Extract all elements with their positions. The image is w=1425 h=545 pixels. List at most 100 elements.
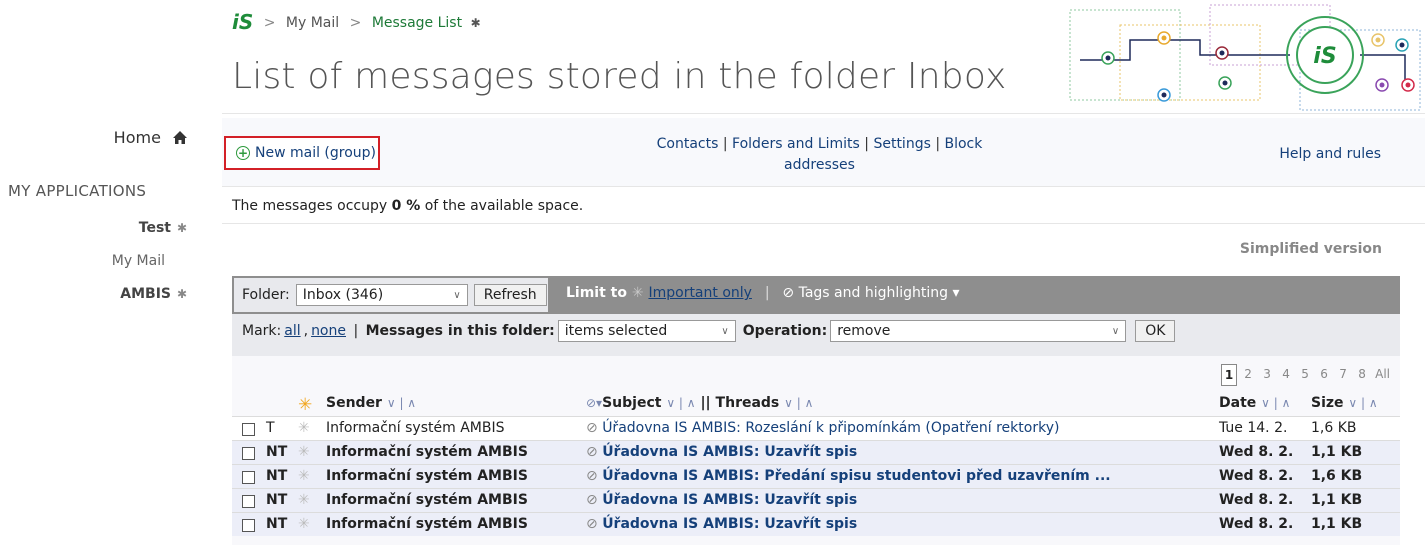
important-column-header[interactable]: ✳: [298, 395, 312, 415]
operation-select[interactable]: remove ∨: [830, 320, 1127, 342]
message-sender: Informační systém AMBIS: [326, 516, 528, 532]
important-toggle-icon[interactable]: ✳: [298, 420, 310, 436]
sidebar-item-ambis[interactable]: AMBIS ✱: [13, 286, 193, 302]
breadcrumb-my-mail[interactable]: My Mail: [286, 15, 339, 31]
subject-column-header: ⊘▾Subject ∨ | ∧ || Threads ∨ | ∧: [586, 395, 814, 411]
tags-and-highlighting-dropdown[interactable]: ⊘ Tags and highlighting ▾: [782, 285, 959, 301]
svg-text:iS: iS: [1313, 44, 1336, 69]
message-sender: Informační systém AMBIS: [326, 468, 528, 484]
mark-toolbar: Mark: all, none | Messages in this folde…: [242, 320, 1176, 342]
messages-in-folder-label: Messages in this folder:: [365, 323, 555, 339]
contacts-link[interactable]: Contacts: [657, 136, 719, 152]
table-row[interactable]: NT ✳ Informační systém AMBIS ⊘ Úřadovna …: [232, 464, 1400, 488]
chevron-down-icon: ∨: [1111, 325, 1120, 337]
sort-subject[interactable]: ∨ | ∧: [666, 396, 695, 410]
important-toggle-icon[interactable]: ✳: [298, 492, 310, 508]
storage-usage-value: 0 %: [391, 198, 421, 214]
message-subject-link[interactable]: ⊘ Úřadovna IS AMBIS: Uzavřít spis: [586, 444, 857, 460]
pin-icon[interactable]: ✱: [171, 221, 193, 235]
tag-icon: ⊘: [586, 468, 603, 484]
mark-all-link[interactable]: all: [284, 323, 300, 339]
important-only-link[interactable]: Important only: [648, 285, 751, 301]
breadcrumb: iS > My Mail > Message List ✱: [232, 10, 481, 34]
row-checkbox[interactable]: [242, 519, 255, 532]
message-sender: Informační systém AMBIS: [326, 420, 505, 436]
page-8[interactable]: 8: [1354, 364, 1370, 386]
sidebar-item-my-mail[interactable]: My Mail: [0, 253, 165, 269]
sidebar-item-label: My Mail: [111, 253, 165, 269]
page-4[interactable]: 4: [1278, 364, 1294, 386]
pagination: 1 2 3 4 5 6 7 8 All: [1221, 364, 1392, 386]
sidebar-item-test[interactable]: Test ✱: [13, 220, 193, 236]
page-7[interactable]: 7: [1335, 364, 1351, 386]
folder-label: Folder:: [242, 287, 290, 303]
my-applications-heading: MY APPLICATIONS: [8, 182, 147, 200]
message-date: Wed 8. 2.: [1219, 444, 1294, 460]
simplified-version-link[interactable]: Simplified version: [1240, 241, 1382, 257]
message-date: Wed 8. 2.: [1219, 492, 1294, 508]
sort-sender[interactable]: ∨ | ∧: [387, 396, 416, 410]
table-row[interactable]: NT ✳ Informační systém AMBIS ⊘ Úřadovna …: [232, 512, 1400, 536]
page-1[interactable]: 1: [1221, 364, 1238, 386]
new-mail-button[interactable]: + New mail (group): [224, 136, 380, 170]
message-date: Wed 8. 2.: [1219, 468, 1294, 484]
important-toggle-icon[interactable]: ✳: [298, 444, 310, 460]
message-date: Wed 8. 2.: [1219, 516, 1294, 532]
tag-icon: ⊘: [586, 492, 603, 508]
breadcrumb-message-list[interactable]: Message List: [372, 15, 462, 31]
row-checkbox[interactable]: [242, 423, 255, 436]
plus-circle-icon: +: [236, 146, 250, 160]
row-checkbox[interactable]: [242, 471, 255, 484]
folders-and-limits-link[interactable]: Folders and Limits: [732, 136, 860, 152]
sort-date[interactable]: ∨ | ∧: [1261, 396, 1290, 410]
message-size: 1,1 KB: [1311, 444, 1363, 460]
sort-threads[interactable]: ∨ | ∧: [784, 396, 813, 410]
tag-icon: ⊘: [586, 420, 603, 436]
tag-icon: ⊘: [586, 516, 603, 532]
settings-link[interactable]: Settings: [873, 136, 930, 152]
message-flags: NT: [266, 444, 288, 460]
page-6[interactable]: 6: [1316, 364, 1332, 386]
message-flags: NT: [266, 516, 288, 532]
row-checkbox[interactable]: [242, 495, 255, 508]
table-row[interactable]: NT ✳ Informační systém AMBIS ⊘ Úřadovna …: [232, 440, 1400, 464]
home-label: Home: [113, 128, 161, 147]
page-all[interactable]: All: [1373, 364, 1392, 386]
pin-icon[interactable]: ✱: [471, 16, 481, 30]
sort-size[interactable]: ∨ | ∧: [1348, 396, 1377, 410]
limit-to-filter: Limit to ✳ Important only | ⊘ Tags and h…: [566, 285, 960, 301]
chevron-right-icon: >: [349, 15, 362, 31]
folder-select[interactable]: Inbox (346) ∨: [295, 284, 468, 306]
help-and-rules-link[interactable]: Help and rules: [1279, 146, 1381, 162]
page-5[interactable]: 5: [1297, 364, 1313, 386]
page-title: List of messages stored in the folder In…: [232, 56, 1007, 97]
pin-icon[interactable]: ✱: [171, 287, 193, 301]
ok-button[interactable]: OK: [1135, 320, 1176, 342]
table-row[interactable]: T ✳ Informační systém AMBIS ⊘ Úřadovna I…: [232, 416, 1400, 440]
important-toggle-icon[interactable]: ✳: [298, 516, 310, 532]
new-mail-label: New mail (group): [255, 145, 377, 161]
message-subject-link[interactable]: ⊘ Úřadovna IS AMBIS: Uzavřít spis: [586, 492, 857, 508]
chevron-down-icon: ∨: [453, 289, 461, 301]
sender-column-header: Sender ∨ | ∧: [326, 395, 417, 411]
is-logo[interactable]: iS: [232, 10, 253, 34]
message-size: 1,6 KB: [1311, 468, 1363, 484]
home-icon: [172, 130, 188, 149]
row-checkbox[interactable]: [242, 447, 255, 460]
page-3[interactable]: 3: [1259, 364, 1275, 386]
operation-label: Operation:: [742, 323, 828, 339]
selection-scope-select[interactable]: items selected ∨: [557, 320, 736, 342]
sidebar-home[interactable]: Home: [0, 128, 188, 149]
message-subject-link[interactable]: ⊘ Úřadovna IS AMBIS: Uzavřít spis: [586, 516, 857, 532]
table-row[interactable]: NT ✳ Informační systém AMBIS ⊘ Úřadovna …: [232, 488, 1400, 512]
refresh-button[interactable]: Refresh: [473, 284, 547, 306]
mark-label: Mark:: [242, 323, 282, 339]
page-2[interactable]: 2: [1240, 364, 1256, 386]
mark-none-link[interactable]: none: [311, 323, 346, 339]
message-subject-link[interactable]: ⊘ Úřadovna IS AMBIS: Rozeslání k připomí…: [586, 420, 1059, 436]
folder-toolbar: Folder: Inbox (346) ∨ Refresh Limit to ✳ …: [232, 276, 1400, 314]
message-size: 1,6 KB: [1311, 420, 1357, 436]
tag-icon: ⊘: [782, 285, 799, 301]
message-subject-link[interactable]: ⊘ Úřadovna IS AMBIS: Předání spisu stude…: [586, 468, 1111, 484]
important-toggle-icon[interactable]: ✳: [298, 468, 310, 484]
